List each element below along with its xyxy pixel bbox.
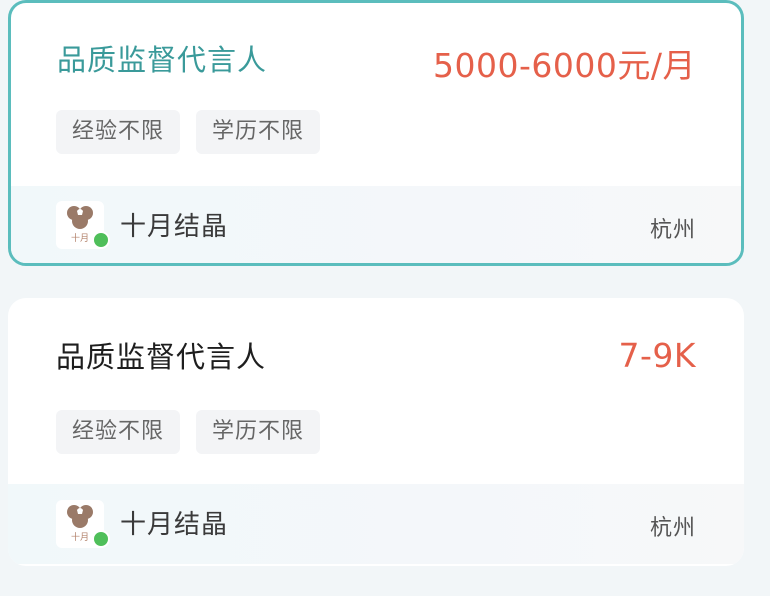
tag-experience: 经验不限 (56, 110, 181, 154)
job-title: 品质监督代言人 (57, 43, 268, 77)
job-city: 杭州 (649, 218, 696, 243)
tag-list: 经验不限 学历不限 (56, 110, 321, 154)
job-card-body: 品质监督代言人 5000-6000元/月 经验不限 学历不限 (11, 3, 741, 186)
job-card[interactable]: 品质监督代言人 5000-6000元/月 经验不限 学历不限 十月 十月结晶 杭… (8, 0, 744, 266)
tag-education: 学历不限 (196, 410, 321, 454)
job-city: 杭州 (649, 516, 696, 541)
tag-list: 经验不限 学历不限 (56, 410, 321, 454)
company-logo: 十月 (56, 500, 110, 548)
company-bar[interactable]: 十月 十月结晶 杭州 (11, 186, 741, 263)
job-card-body: 品质监督代言人 7-9K 经验不限 学历不限 (8, 298, 744, 484)
tag-experience: 经验不限 (56, 410, 181, 454)
salary: 5000-6000元/月 (433, 46, 696, 85)
company-logo: 十月 (56, 201, 110, 249)
job-title: 品质监督代言人 (56, 340, 267, 374)
logo-text: 十月 (71, 531, 89, 543)
salary: 7-9K (618, 336, 696, 375)
company-name: 十月结晶 (120, 212, 229, 242)
online-status-dot-icon (92, 530, 110, 548)
company-bar[interactable]: 十月 十月结晶 杭州 (8, 484, 744, 564)
company-name: 十月结晶 (120, 510, 229, 540)
logo-text: 十月 (71, 232, 89, 244)
job-card[interactable]: 品质监督代言人 7-9K 经验不限 学历不限 十月 十月结晶 杭州 (8, 298, 744, 566)
online-status-dot-icon (92, 231, 110, 249)
tag-education: 学历不限 (196, 110, 321, 154)
